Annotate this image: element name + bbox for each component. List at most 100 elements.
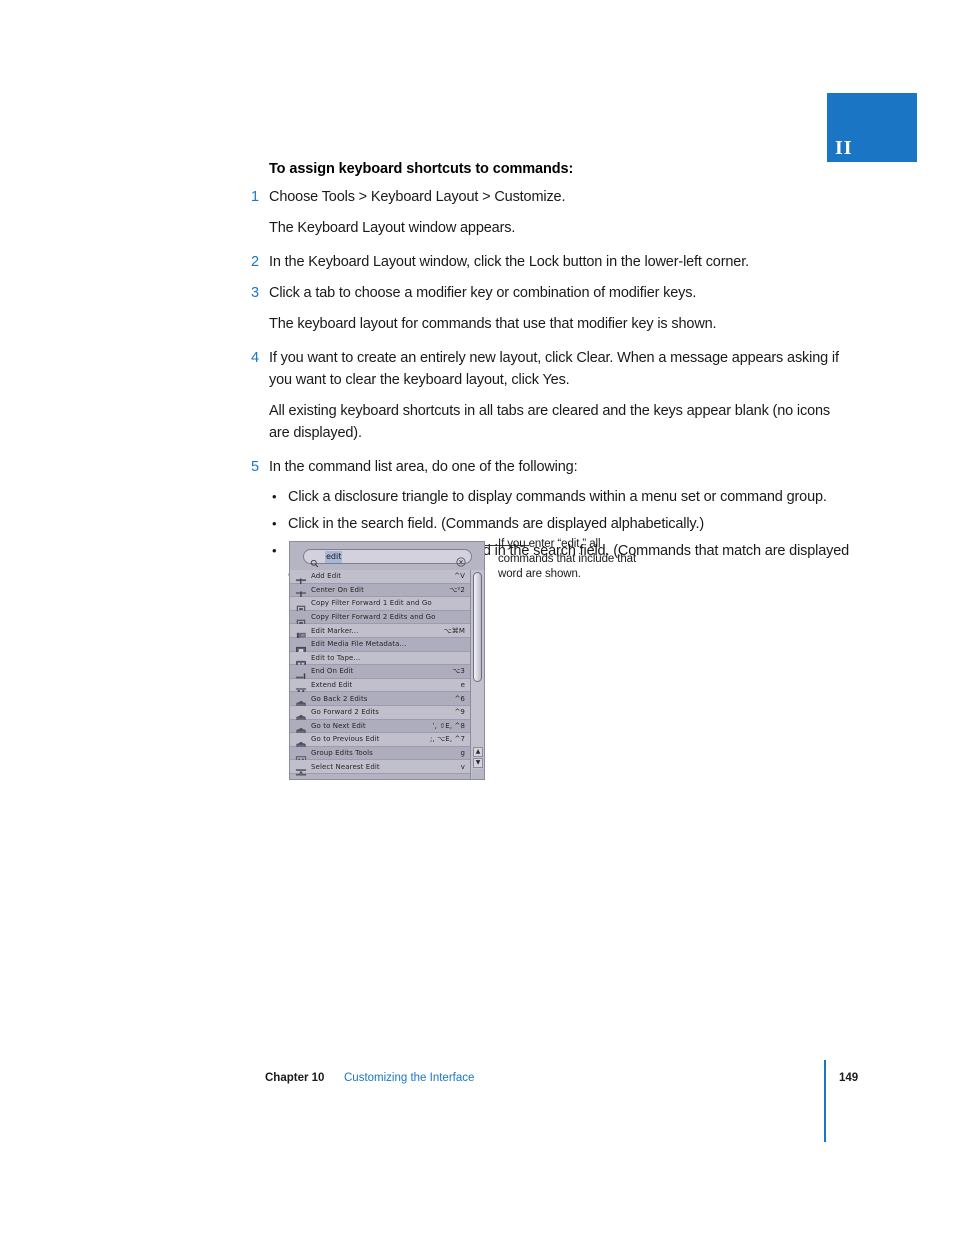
- step-5-text: In the command list area, do one of the …: [269, 459, 578, 476]
- list-item[interactable]: Edit to Tape...: [290, 651, 470, 667]
- command-shortcut: ’, ⇧E, ^8: [432, 721, 465, 730]
- go-back-icon: [295, 694, 308, 709]
- bullet-glyph: •: [272, 543, 277, 559]
- list-item[interactable]: Go to Next Edit ’, ⇧E, ^8: [290, 719, 470, 736]
- edit-to-tape-icon: [295, 653, 308, 667]
- step-2-text: In the Keyboard Layout window, click the…: [269, 254, 749, 271]
- step-1-text: Choose Tools > Keyboard Layout > Customi…: [269, 189, 566, 205]
- list-item[interactable]: Go to Previous Edit ;, ⌥E, ^7: [290, 733, 470, 750]
- command-label: Edit Marker...: [311, 626, 359, 635]
- page-number: 149: [839, 1072, 859, 1084]
- footer-chapter-label: Chapter 10: [265, 1072, 325, 1084]
- bullet-text: Click a disclosure triangle to display c…: [288, 489, 827, 506]
- select-nearest-icon: [295, 762, 308, 776]
- step-4-number: 4: [251, 350, 260, 367]
- command-label: Edit to Tape...: [311, 653, 361, 662]
- go-previous-icon: [295, 735, 308, 750]
- step-3-result: The keyboard layout for commands that us…: [269, 316, 717, 333]
- footer-chapter-title: Customizing the Interface: [344, 1072, 475, 1084]
- list-item[interactable]: Extend Edit e: [290, 678, 470, 695]
- list-item[interactable]: Go Back 2 Edits ^6: [290, 692, 470, 709]
- end-on-edit-icon: [295, 667, 308, 682]
- command-label: Copy Filter Forward 1 Edit and Go: [311, 599, 432, 608]
- search-input[interactable]: edit: [303, 549, 472, 568]
- procedure-heading: To assign keyboard shortcuts to commands…: [269, 161, 574, 177]
- command-shortcut: ⌥3: [452, 667, 465, 676]
- step-3-text: Click a tab to choose a modifier key or …: [269, 285, 697, 302]
- command-shortcut: g: [460, 749, 465, 758]
- list-item[interactable]: Add Edit ^V: [290, 570, 470, 587]
- command-label: Go to Previous Edit: [311, 735, 380, 744]
- command-label: Center On Edit: [311, 585, 364, 594]
- command-shortcut: ^V: [454, 572, 465, 581]
- step-5-number: 5: [251, 459, 260, 476]
- footer-divider: [824, 1060, 826, 1142]
- command-shortcut: ;, ⌥E, ^7: [430, 735, 465, 744]
- copy-filter-icon: [295, 613, 308, 626]
- scroll-down-arrow-icon[interactable]: ▼: [473, 758, 483, 768]
- clear-icon[interactable]: [456, 552, 466, 567]
- list-item[interactable]: Select Nearest Edit v: [290, 760, 470, 776]
- bullet-text: Click in the search field. (Commands are…: [288, 516, 705, 533]
- step-2-number: 2: [251, 254, 260, 271]
- list-item: • Click a disclosure triangle to display…: [269, 486, 851, 508]
- list-item[interactable]: Copy Filter Forward 2 Edits and Go: [290, 610, 470, 626]
- callout-text: If you enter “edit,” all commands that i…: [498, 538, 637, 581]
- search-bar: edit: [290, 542, 484, 570]
- figure-search-field-callout: If you enter “edit,” all commands that i…: [289, 538, 649, 791]
- command-label: Add Edit: [311, 572, 342, 581]
- bullet-glyph: •: [272, 489, 277, 505]
- command-label: End On Edit: [311, 667, 354, 676]
- step-5: 5 In the command list area, do one of th…: [251, 456, 851, 478]
- list-item: • Click in the search field. (Commands a…: [269, 513, 851, 535]
- scrollbar-corner: [472, 769, 484, 779]
- keyboard-layout-command-list-screenshot: edit Add Edit ^V Center On Edit ⌥²2 Copy…: [289, 541, 485, 780]
- list-item[interactable]: Edit Media File Metadata...: [290, 637, 470, 654]
- command-list-scrollbar[interactable]: ▲ ▼: [470, 570, 484, 779]
- command-label: Edit Media File Metadata...: [311, 640, 407, 649]
- list-item[interactable]: Copy Filter Forward 1 Edit and Go: [290, 597, 470, 613]
- list-item[interactable]: Edit Marker... ⌥⌘M: [290, 624, 470, 641]
- command-label: Extend Edit: [311, 681, 353, 690]
- command-shortcut: ⌥⌘M: [443, 626, 465, 635]
- command-shortcut: v: [460, 762, 465, 771]
- step-4-text: If you want to create an entirely new la…: [269, 350, 839, 389]
- edit-metadata-icon: [295, 640, 308, 654]
- command-label: Copy Filter Forward 2 Edits and Go: [311, 613, 436, 622]
- command-shortcut: e: [460, 681, 465, 690]
- search-input-value: edit: [325, 551, 343, 563]
- command-shortcut: ^6: [454, 694, 465, 703]
- chapter-thumb-tab: II: [827, 93, 917, 162]
- command-label: Group Edits Tools: [311, 749, 373, 758]
- step-1-number: 1: [251, 189, 260, 205]
- command-label: Select Nearest Edit: [311, 762, 380, 771]
- search-icon: [310, 553, 319, 568]
- list-item[interactable]: Go Forward 2 Edits ^9: [290, 705, 470, 722]
- command-label: Go Back 2 Edits: [311, 694, 368, 703]
- list-item[interactable]: Center On Edit ⌥²2: [290, 583, 470, 601]
- bullet-glyph: •: [272, 516, 277, 532]
- page-footer: Chapter 10 Customizing the Interface 149: [265, 1060, 925, 1142]
- scrollbar-thumb[interactable]: [473, 572, 482, 682]
- step-1-result: The Keyboard Layout window appears.: [269, 220, 516, 237]
- command-shortcut: ^9: [454, 708, 465, 717]
- group-edits-icon: [295, 749, 308, 763]
- center-on-edit-icon: [295, 585, 308, 601]
- list-item[interactable]: Group Edits Tools g: [290, 746, 470, 763]
- step-3-number: 3: [251, 285, 260, 302]
- command-list[interactable]: Add Edit ^V Center On Edit ⌥²2 Copy Filt…: [290, 570, 470, 779]
- step-4: 4 If you want to create an entirely new …: [251, 347, 851, 391]
- add-edit-icon: [295, 572, 308, 587]
- scroll-up-arrow-icon[interactable]: ▲: [473, 747, 483, 757]
- step-1: 1 Choose Tools > Keyboard Layout > Custo…: [251, 186, 851, 208]
- list-item[interactable]: End On Edit ⌥3: [290, 665, 470, 682]
- edit-marker-icon: [295, 626, 308, 641]
- step-2: 2 In the Keyboard Layout window, click t…: [251, 251, 851, 273]
- copy-filter-icon: [295, 599, 308, 613]
- go-next-icon: [295, 721, 308, 736]
- step-3: 3 Click a tab to choose a modifier key o…: [251, 282, 851, 304]
- page-content: To assign keyboard shortcuts to commands…: [251, 161, 851, 589]
